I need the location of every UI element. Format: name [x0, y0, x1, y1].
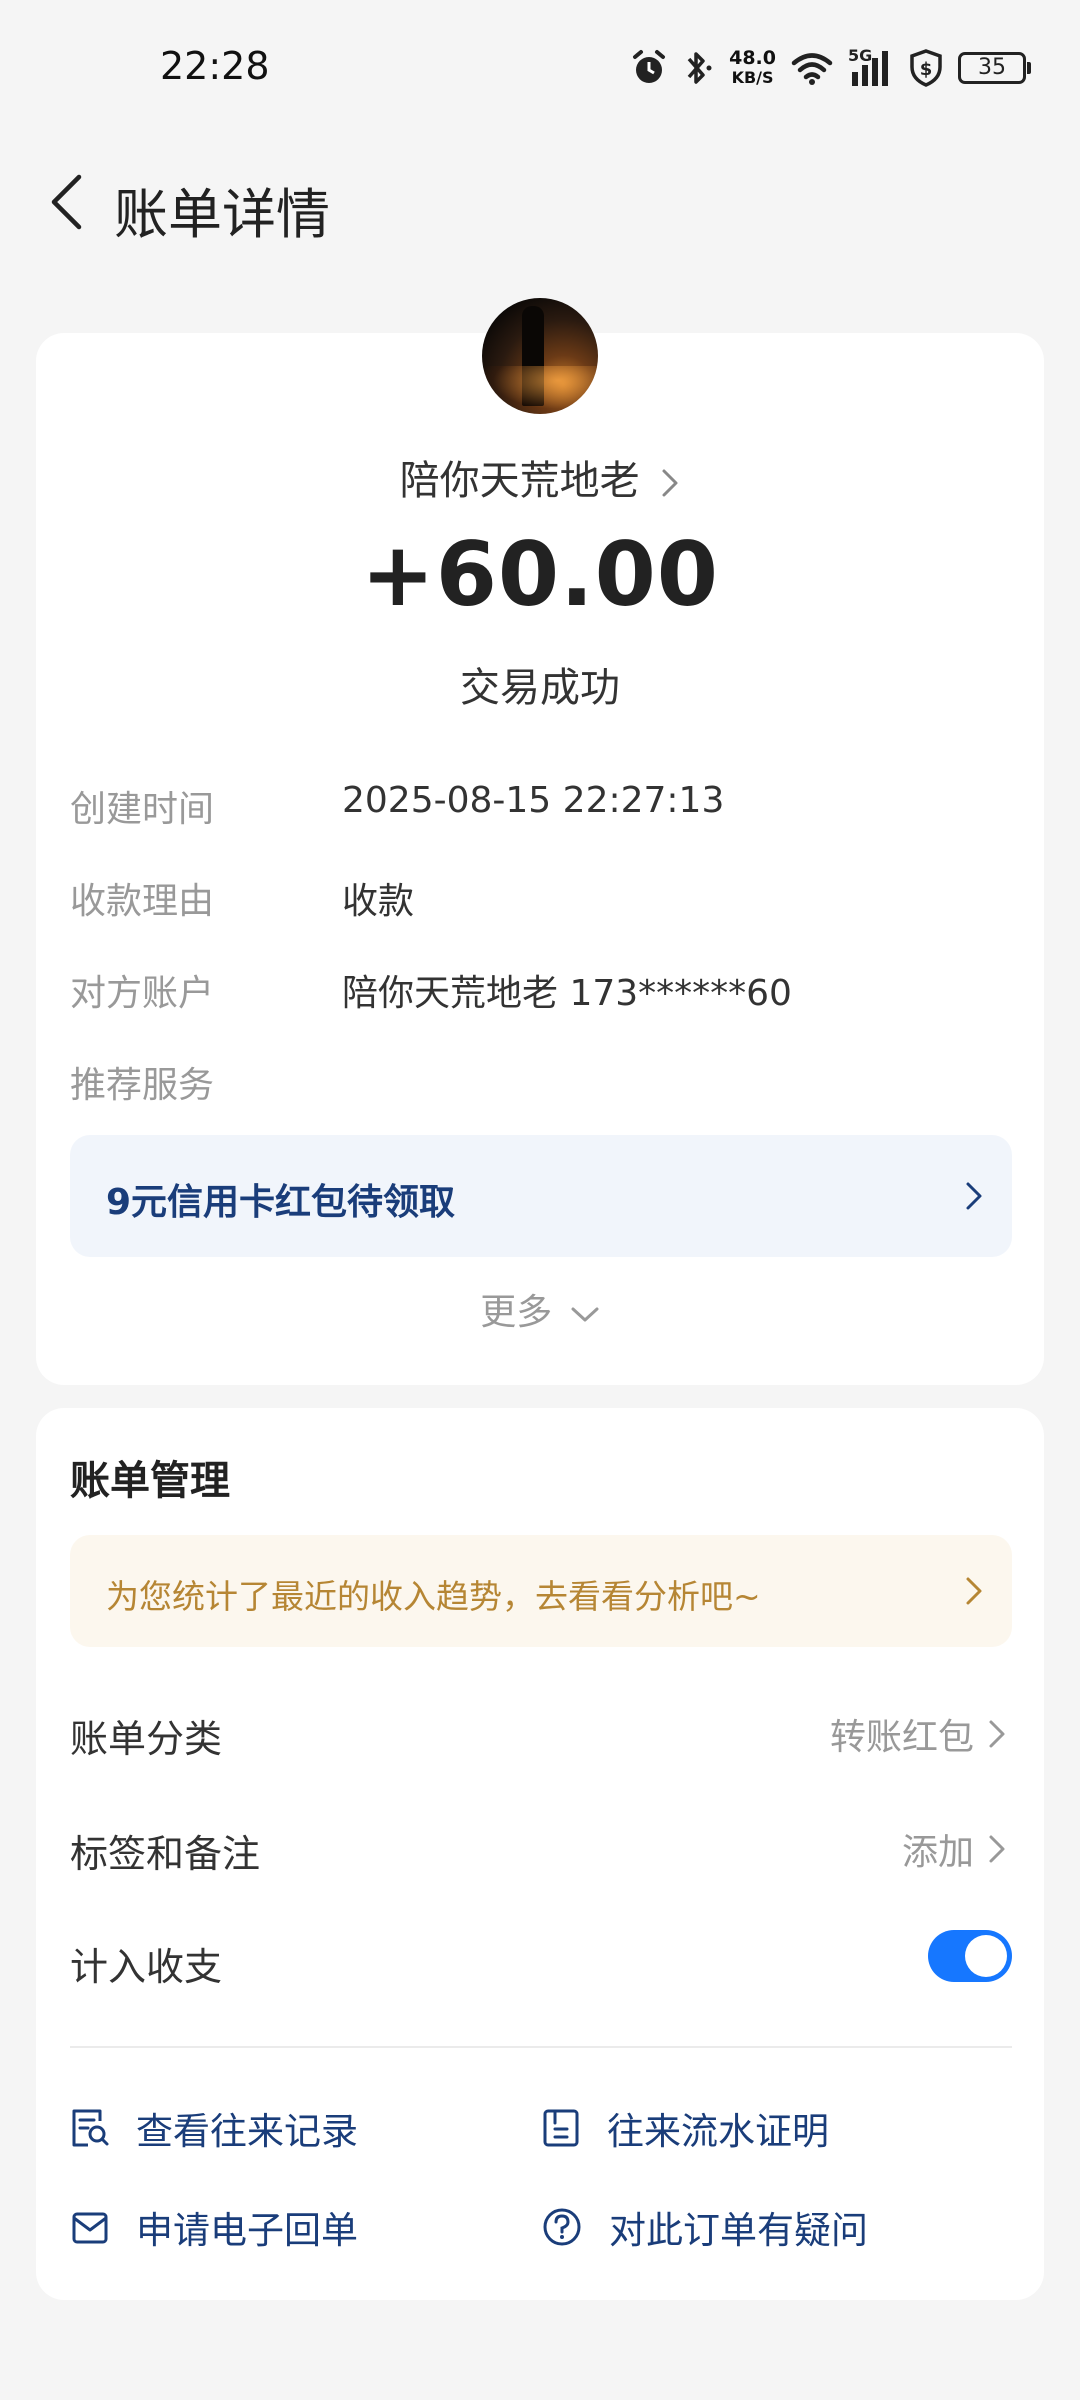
alarm-icon — [633, 50, 666, 83]
records-search-icon — [72, 2109, 109, 2147]
page-header: 账单详情 — [0, 140, 1080, 270]
status-bar: 22:28 48.0 KB/S 5G $ 35 — [0, 0, 1080, 140]
row-label: 计入收支 — [70, 1945, 223, 1989]
statement-icon — [543, 2109, 579, 2147]
chevron-right-icon — [662, 469, 678, 497]
divider — [70, 2046, 1012, 2048]
detail-label: 创建时间 — [70, 789, 215, 830]
detail-row-recommended: 推荐服务 — [70, 1056, 1010, 1116]
promo-text: 9元信用卡红包待领取 — [106, 1182, 456, 1223]
back-icon — [51, 174, 82, 230]
more-button[interactable]: 更多 — [36, 1283, 1044, 1335]
payer-name: 陪你天荒地老 — [399, 458, 640, 504]
transaction-amount: +60.00 — [360, 523, 720, 626]
transaction-card: 陪你天荒地老 +60.00 交易成功 创建时间 2025-08-15 22:27… — [36, 298, 1044, 1385]
section-title: 账单管理 — [70, 1458, 230, 1504]
avatar[interactable] — [482, 298, 598, 414]
link-label: 申请电子回单 — [136, 2209, 358, 2252]
status-icons: 48.0 KB/S 5G $ 35 — [631, 46, 1031, 90]
order-question-link[interactable]: 对此订单有疑问 — [541, 2197, 868, 2257]
net-speed-value: 48.0 — [729, 47, 776, 69]
bill-category-row[interactable]: 账单分类 转账红包 — [70, 1708, 1012, 1768]
tags-notes-row[interactable]: 标签和备注 添加 — [70, 1823, 1012, 1883]
link-label: 往来流水证明 — [607, 2110, 829, 2153]
battery-icon: 35 — [958, 52, 1031, 84]
chevron-right-icon — [966, 1577, 982, 1605]
svg-text:$: $ — [920, 59, 933, 80]
chevron-down-icon — [571, 1307, 599, 1322]
view-records-link[interactable]: 查看往来记录 — [70, 2098, 358, 2158]
row-label: 标签和备注 — [70, 1832, 261, 1876]
bluetooth-icon — [687, 52, 712, 84]
bill-management-card: 账单管理 为您统计了最近的收入趋势，去看看分析吧~ 账单分类 转账红包 标签和备… — [36, 1408, 1044, 2300]
payer-name-link[interactable]: 陪你天荒地老 — [36, 448, 1044, 506]
row-value: 添加 — [902, 1823, 1006, 1875]
chevron-right-icon — [966, 1182, 982, 1210]
statement-proof-link[interactable]: 往来流水证明 — [541, 2098, 829, 2158]
net-speed-unit: KB/S — [731, 68, 774, 87]
mail-icon — [72, 2212, 108, 2244]
bill-category-value: 转账红包 — [829, 1717, 974, 1758]
transaction-status: 交易成功 — [460, 665, 620, 711]
detail-label: 收款理由 — [70, 881, 215, 922]
detail-row-counterparty: 对方账户 陪你天荒地老 173******60 — [70, 964, 1010, 1024]
include-in-balance-row: 计入收支 — [70, 1930, 1012, 1996]
wifi-icon — [791, 53, 833, 85]
credit-card-promo[interactable]: 9元信用卡红包待领取 — [70, 1135, 1012, 1257]
row-value: 转账红包 — [830, 1708, 1006, 1760]
net-speed: 48.0 KB/S — [729, 47, 776, 88]
include-in-balance-toggle[interactable] — [928, 1930, 1012, 1982]
tags-notes-value: 添加 — [901, 1832, 974, 1873]
signal-icon: 5G — [848, 46, 894, 88]
shield-icon: $ — [910, 49, 942, 87]
detail-value: 陪你天荒地老 173******60 — [342, 973, 792, 1014]
row-label: 账单分类 — [70, 1717, 223, 1761]
page-title: 账单详情 — [114, 183, 330, 246]
chevron-right-icon — [989, 1720, 1005, 1748]
tip-text: 为您统计了最近的收入趋势，去看看分析吧~ — [106, 1577, 761, 1616]
back-button[interactable] — [36, 162, 96, 242]
e-receipt-link[interactable]: 申请电子回单 — [70, 2197, 358, 2257]
income-trend-tip[interactable]: 为您统计了最近的收入趋势，去看看分析吧~ — [70, 1535, 1012, 1647]
detail-value: 收款 — [342, 881, 415, 922]
chevron-right-icon — [989, 1835, 1005, 1863]
link-label: 查看往来记录 — [136, 2110, 358, 2153]
toggle-knob — [965, 1935, 1007, 1977]
detail-row-reason: 收款理由 收款 — [70, 872, 1010, 932]
detail-label: 推荐服务 — [70, 1065, 215, 1106]
detail-value: 2025-08-15 22:27:13 — [342, 780, 725, 821]
link-label: 对此订单有疑问 — [609, 2209, 868, 2252]
detail-label: 对方账户 — [70, 973, 215, 1014]
more-label: 更多 — [480, 1292, 553, 1333]
question-icon — [543, 2208, 581, 2246]
detail-row-created-time: 创建时间 2025-08-15 22:27:13 — [70, 780, 1010, 840]
status-time: 22:28 — [160, 44, 270, 88]
